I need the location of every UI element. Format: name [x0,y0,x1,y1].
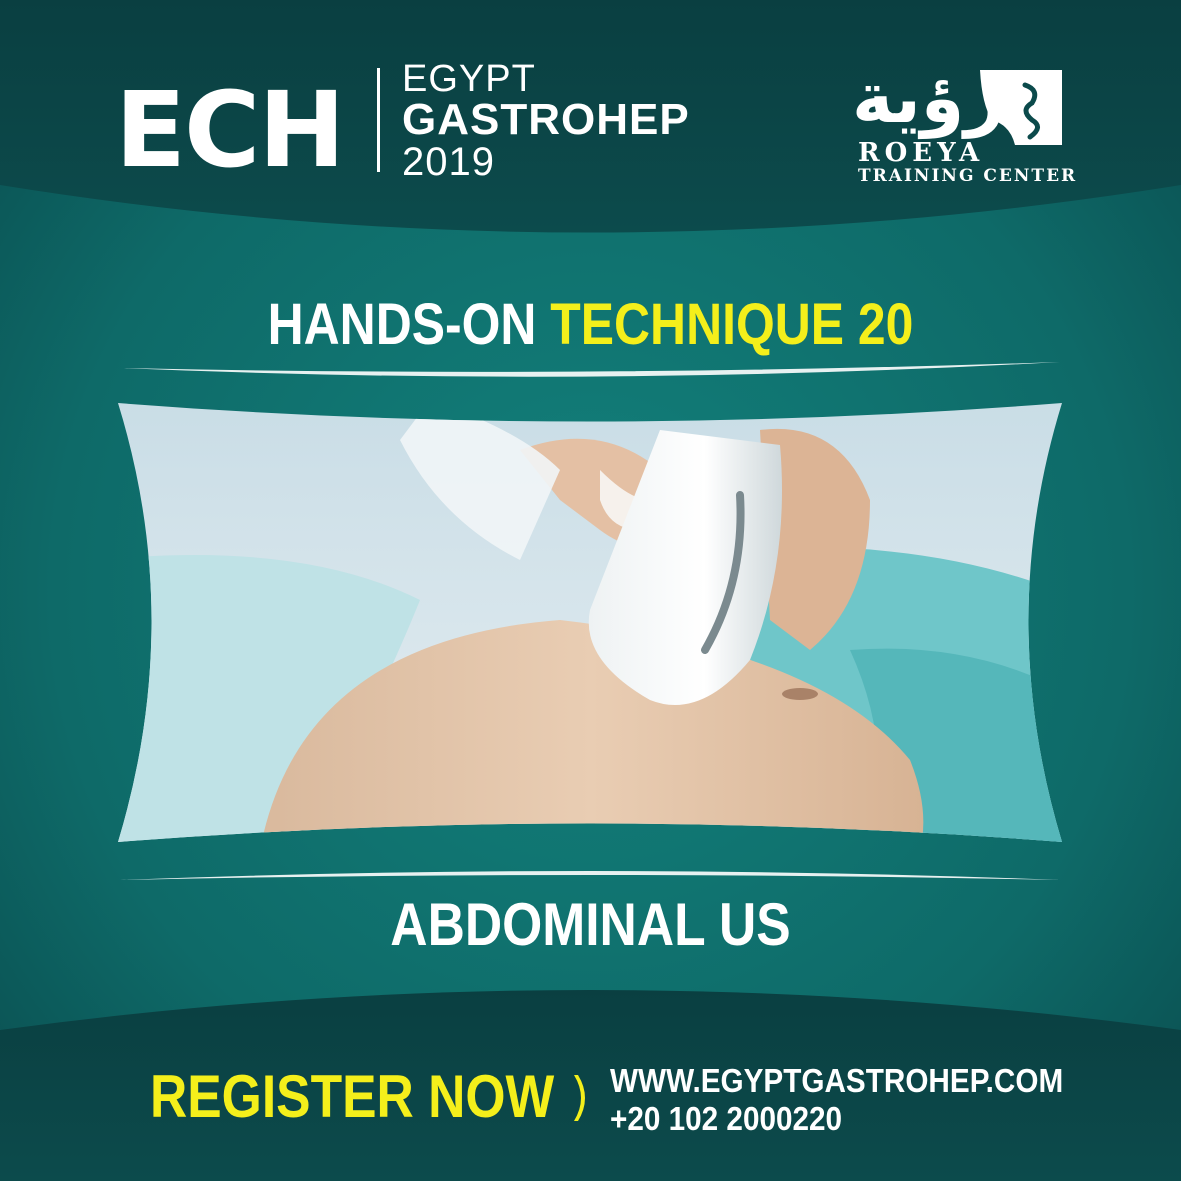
poster: ECH EGYPT GASTROHEP 2019 رؤية ROEYA TRAI… [0,0,1181,1181]
egh-logo: ECH [115,69,345,191]
website-link[interactable]: WWW.EGYPTGASTROHEP.COM [610,1062,1063,1100]
register-now-cta[interactable]: REGISTER NOW [150,1064,554,1130]
event-title-line2: GASTROHEP [402,95,690,144]
event-title: EGYPT GASTROHEP 2019 [402,60,690,182]
roeya-subtitle: TRAINING CENTER [858,166,1078,186]
logo-divider [377,68,380,172]
chevron-right-icon [574,1075,585,1121]
contact-info: WWW.EGYPTGASTROHEP.COM +20 102 2000220 [610,1062,1063,1138]
roeya-text: ROEYA TRAINING CENTER [858,140,1077,186]
headline-part1: HANDS-ON [267,292,537,357]
event-title-year: 2019 [402,140,495,184]
headline-part2: TECHNIQUE 20 [550,292,914,357]
ultrasound-photo [118,403,1062,842]
headline: HANDS-ON TECHNIQUE 20 [83,293,1099,357]
roeya-name: ROEYA [858,138,985,168]
event-title-line1: EGYPT [402,58,536,100]
egypt-map-icon [980,70,1062,145]
subtitle: ABDOMINAL US [390,891,791,958]
phone-number[interactable]: +20 102 2000220 [610,1100,1063,1138]
